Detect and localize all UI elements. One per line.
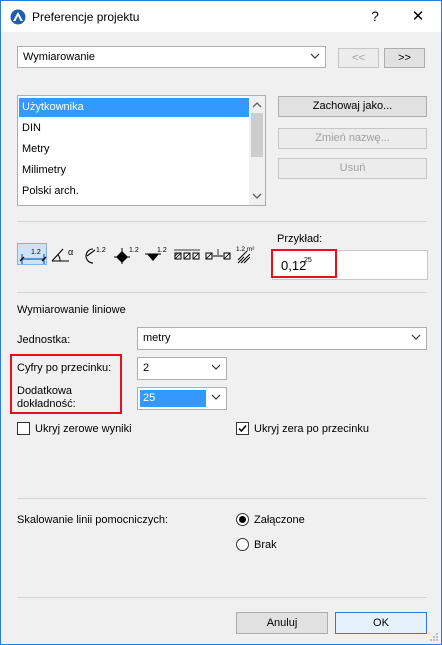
icon-label: 1.2 m² [236, 246, 255, 253]
category-select-value: Wymiarowanie [23, 51, 96, 63]
decimals-select-value: 2 [143, 362, 150, 374]
extra-precision-select[interactable]: 25 [137, 387, 227, 410]
hide-trailing-zeros-checkbox[interactable] [236, 422, 249, 435]
list-scrollbar[interactable] [249, 96, 265, 205]
chevron-down-icon [211, 364, 221, 370]
unit-label: Jednostka: [17, 334, 71, 346]
radio-dot [239, 516, 246, 523]
rename-button[interactable]: Zmień nazwę... [278, 128, 427, 149]
icon-label: α [68, 247, 73, 257]
door-window-dimension-icon[interactable] [173, 243, 203, 265]
title-bar: Preferencje projektu ? ✕ [1, 1, 441, 32]
ok-button[interactable]: OK [335, 612, 427, 634]
annotation-highlight [271, 249, 337, 278]
hide-zero-results-checkbox[interactable] [17, 422, 30, 435]
section-title: Wymiarowanie liniowe [17, 304, 126, 316]
hide-trailing-zeros-label: Ukryj zera po przecinku [254, 423, 369, 435]
divider [17, 498, 427, 499]
radial-dimension-icon[interactable]: 1.2 [81, 243, 111, 265]
linear-dimension-icon[interactable]: 1.2 [17, 243, 47, 265]
unit-select-value: metry [143, 332, 171, 344]
chevron-down-icon [411, 334, 421, 340]
annotation-highlight [10, 354, 122, 414]
next-button[interactable]: >> [384, 48, 425, 68]
icon-label: 1.2 [157, 247, 167, 254]
area-dimension-icon[interactable]: 1.2 m² [235, 243, 265, 265]
scrollbar-thumb[interactable] [251, 113, 263, 157]
divider [17, 221, 427, 222]
list-item[interactable]: Polski arch. [19, 182, 250, 201]
category-select[interactable]: Wymiarowanie [17, 46, 326, 68]
list-item[interactable]: Metry [19, 140, 250, 159]
list-item[interactable]: Użytkownika [19, 98, 250, 117]
divider [17, 292, 427, 293]
elevation-dimension-icon[interactable]: 1.2 [143, 243, 173, 265]
sill-height-dimension-icon[interactable] [204, 243, 234, 265]
example-label: Przykład: [277, 233, 323, 245]
guide-scaling-off-label: Brak [254, 539, 277, 551]
extra-precision-select-value: 25 [140, 390, 206, 407]
prev-button[interactable]: << [338, 48, 379, 68]
guide-scaling-label: Skalowanie linii pomocniczych: [17, 514, 169, 526]
preferences-dialog: Preferencje projektu ? ✕ Wymiarowanie <<… [0, 0, 442, 645]
help-button[interactable]: ? [361, 3, 389, 30]
scroll-up-icon[interactable] [252, 100, 262, 110]
checkmark-icon [238, 425, 247, 433]
level-dimension-icon[interactable]: 1.2 [113, 243, 143, 265]
close-button[interactable]: ✕ [401, 3, 435, 30]
hide-zero-results-label: Ukryj zerowe wyniki [35, 423, 132, 435]
icon-label: 1.2 [31, 249, 41, 256]
chevron-down-icon [211, 394, 221, 400]
window-title: Preferencje projektu [32, 10, 140, 24]
guide-scaling-on-radio[interactable] [236, 513, 249, 526]
resize-grip-icon[interactable] [429, 632, 439, 642]
list-item[interactable]: Milimetry [19, 161, 250, 180]
app-logo-icon [10, 9, 26, 25]
cancel-button[interactable]: Anuluj [236, 612, 328, 634]
chevron-down-icon [310, 53, 320, 59]
preset-list[interactable]: Użytkownika DIN Metry Milimetry Polski a… [17, 95, 266, 206]
unit-select[interactable]: metry [137, 327, 427, 350]
decimals-select[interactable]: 2 [137, 357, 227, 380]
list-item[interactable]: DIN [19, 119, 250, 138]
divider [17, 597, 427, 598]
icon-label: 1.2 [129, 247, 139, 254]
guide-scaling-off-radio[interactable] [236, 538, 249, 551]
scroll-down-icon[interactable] [252, 191, 262, 201]
guide-scaling-on-label: Załączone [254, 514, 305, 526]
icon-label: 1.2 [96, 247, 106, 254]
save-as-button[interactable]: Zachowaj jako... [278, 96, 427, 117]
angular-dimension-icon[interactable]: α [49, 243, 79, 265]
delete-button[interactable]: Usuń [278, 158, 427, 179]
